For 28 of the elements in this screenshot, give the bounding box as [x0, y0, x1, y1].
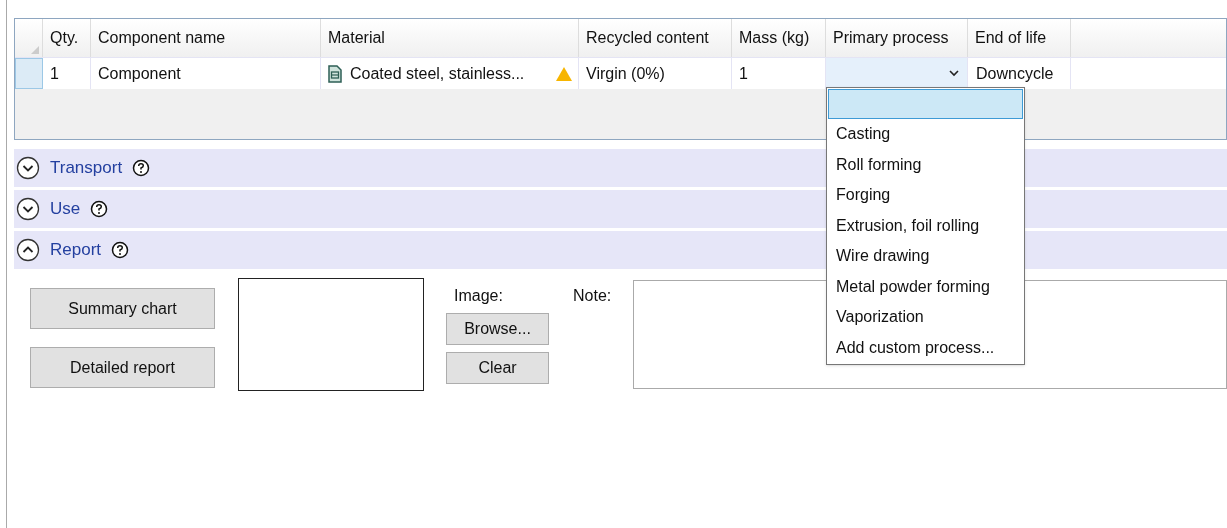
dropdown-option[interactable]: Metal powder forming — [828, 271, 1023, 302]
report-button[interactable]: Summary chart — [30, 288, 215, 329]
image-button[interactable]: Clear — [446, 352, 549, 384]
chevron-down-icon — [949, 70, 959, 77]
section-title[interactable]: Use — [50, 196, 81, 222]
help-icon[interactable] — [111, 241, 130, 259]
table-cell: Virgin (0%) — [579, 58, 732, 89]
dropdown-option[interactable]: Vaporization — [828, 302, 1023, 333]
image-button[interactable]: Browse... — [446, 313, 549, 345]
section-title[interactable]: Transport — [50, 155, 123, 181]
table-cell: Component — [91, 58, 321, 89]
help-icon[interactable] — [132, 159, 151, 177]
dropdown-option[interactable]: Casting — [828, 119, 1023, 150]
image-label: Image: — [454, 286, 504, 306]
expand-icon[interactable] — [16, 197, 40, 221]
table-cell: 1 — [43, 58, 91, 89]
collapse-icon[interactable] — [16, 238, 40, 262]
help-icon[interactable] — [90, 200, 109, 218]
section-title[interactable]: Report — [50, 237, 102, 263]
table-cell-text: Coated steel, stainless... — [350, 63, 526, 84]
document-icon — [328, 64, 342, 83]
dropdown-option[interactable]: Wire drawing — [828, 241, 1023, 272]
dropdown-option[interactable]: Roll forming — [828, 149, 1023, 180]
dropdown-option[interactable]: Add custom process... — [828, 332, 1023, 363]
report-button[interactable]: Detailed report — [30, 347, 215, 388]
note-label: Note: — [573, 286, 613, 306]
process-dropdown[interactable] — [826, 58, 968, 89]
expand-icon[interactable] — [16, 156, 40, 180]
